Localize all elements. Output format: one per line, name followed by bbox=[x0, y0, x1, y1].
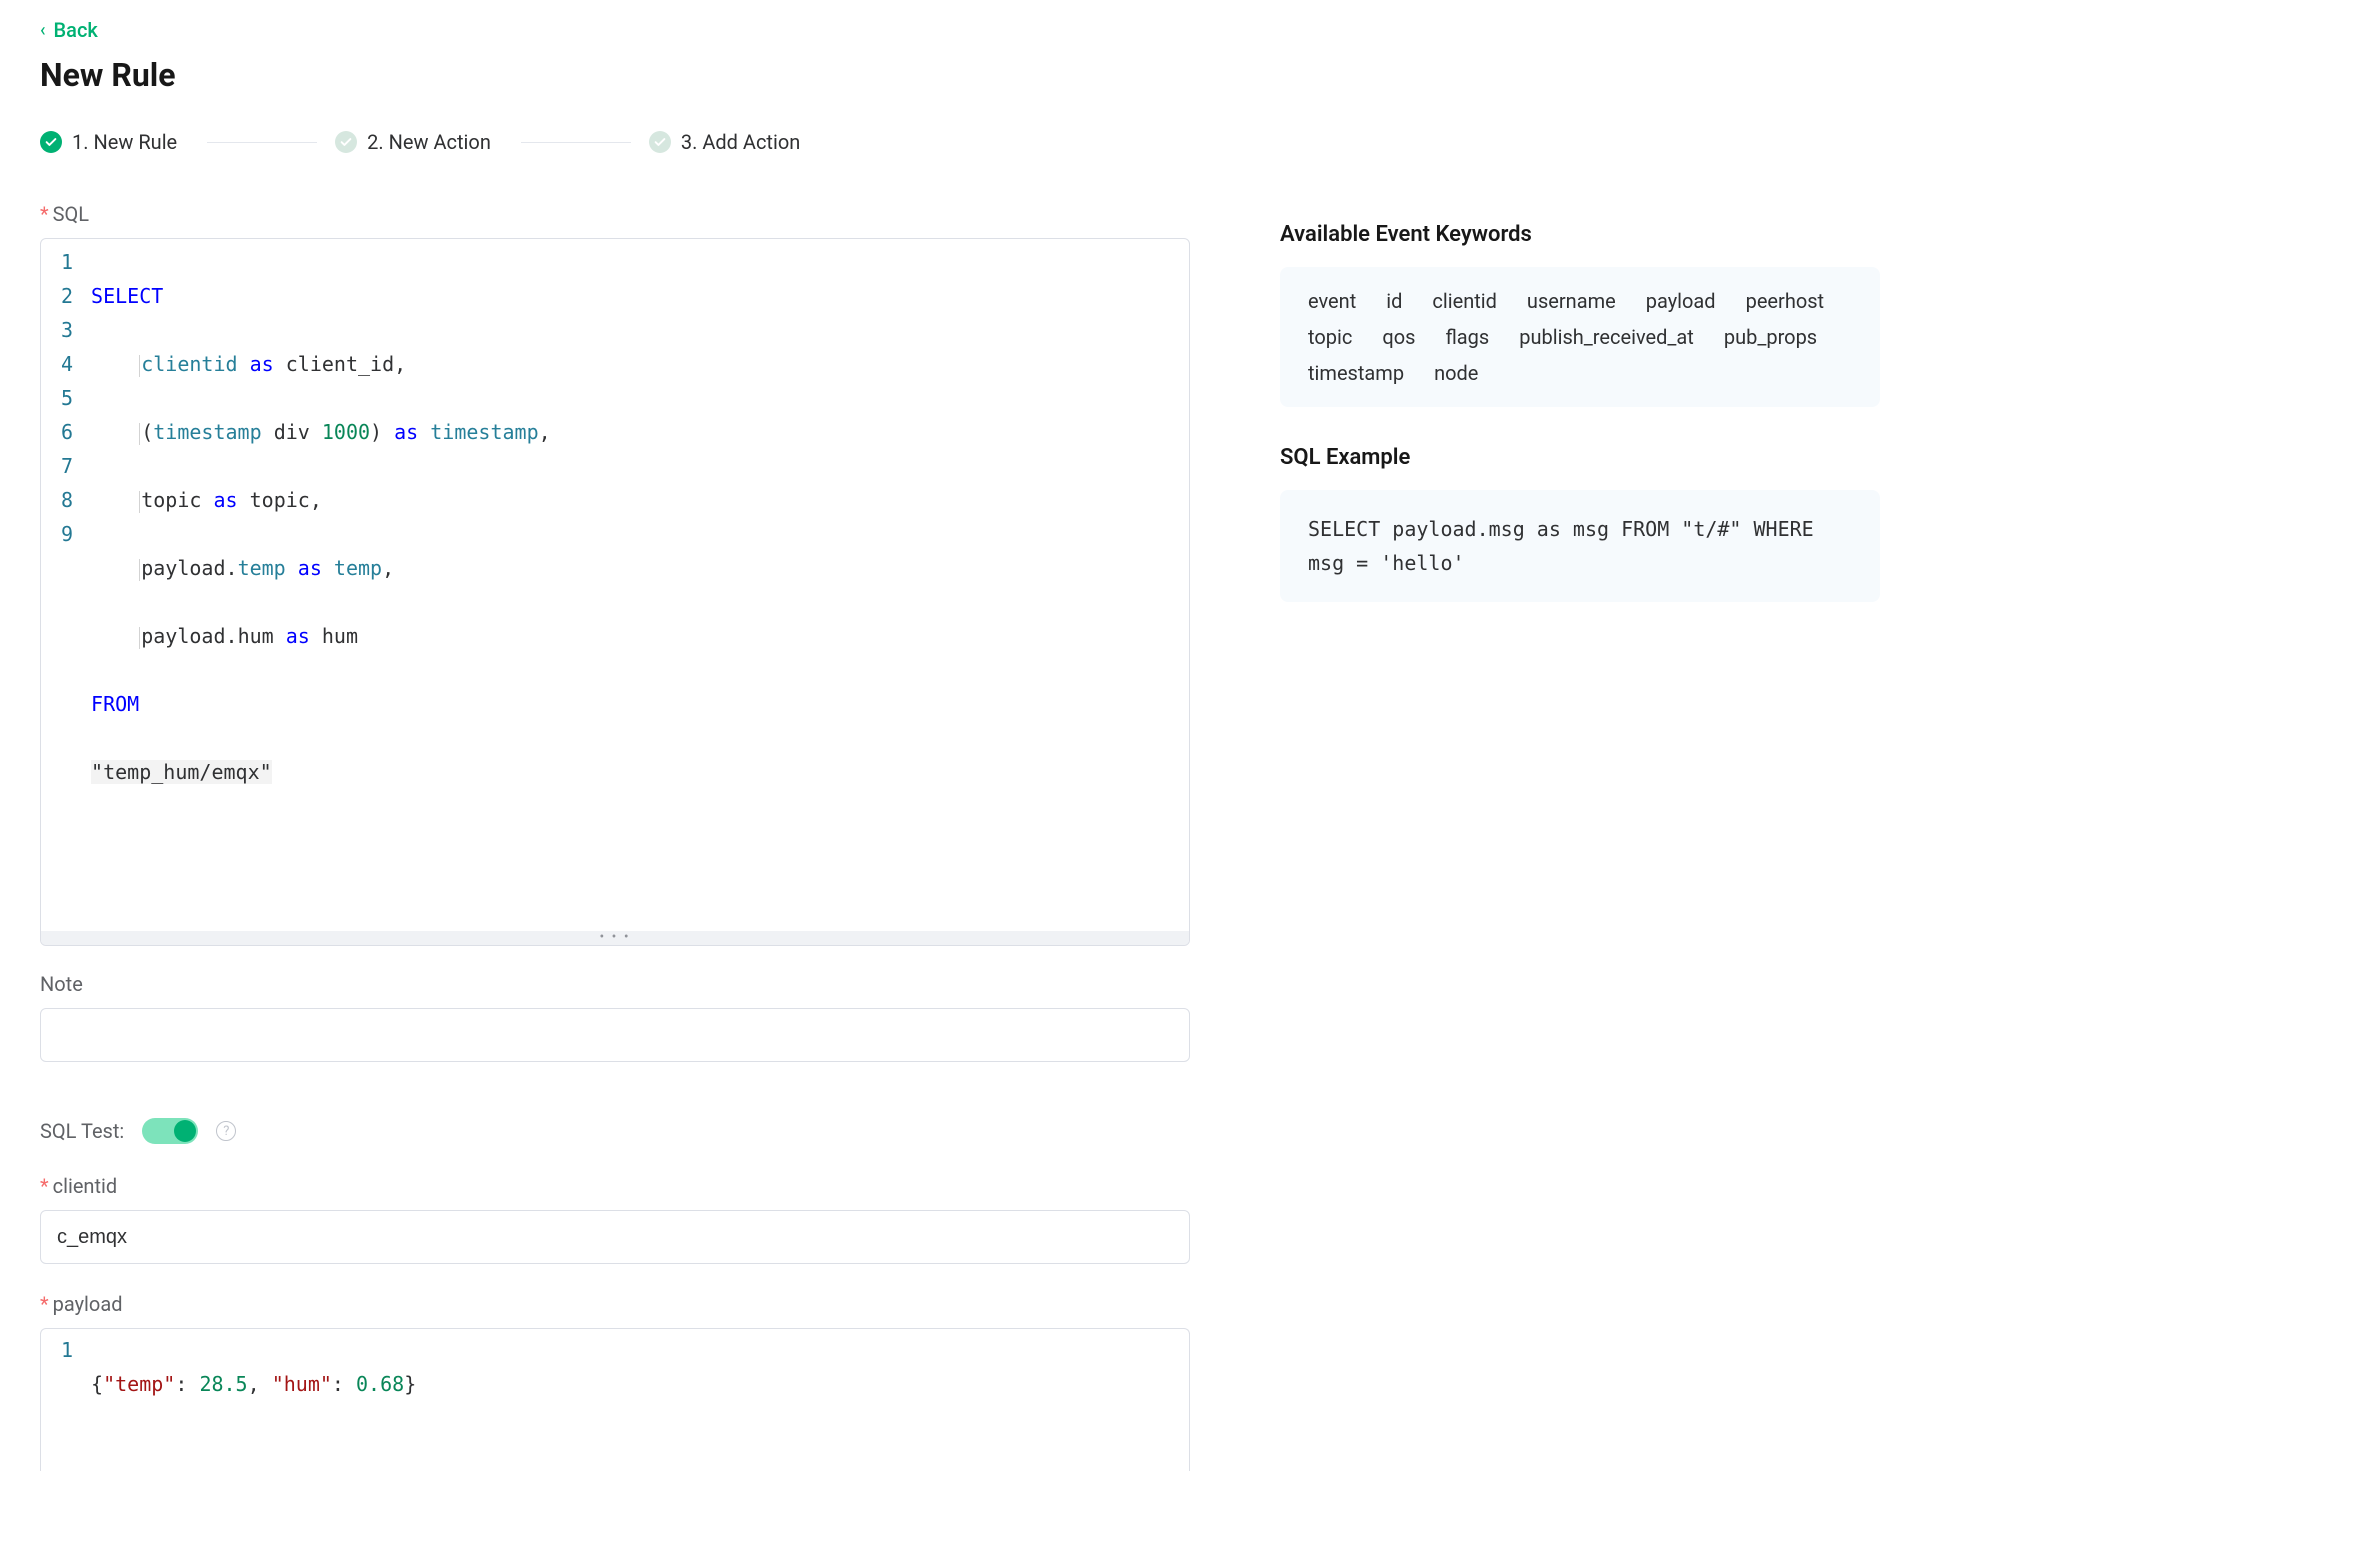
payload-editor[interactable]: 1 {"temp": 28.5, "hum": 0.68} bbox=[40, 1328, 1190, 1471]
sql-editor[interactable]: 123456789 SELECT clientid as client_id, … bbox=[40, 238, 1190, 946]
keyword-item: id bbox=[1386, 289, 1402, 313]
sql-label: *SQL bbox=[40, 202, 1190, 226]
keyword-item: event bbox=[1308, 289, 1356, 313]
step-label: 3. Add Action bbox=[681, 130, 800, 154]
back-label: Back bbox=[54, 18, 98, 42]
note-input[interactable] bbox=[40, 1008, 1190, 1062]
keyword-item: clientid bbox=[1432, 289, 1497, 313]
code-content[interactable]: SELECT clientid as client_id, (timestamp… bbox=[91, 239, 561, 931]
clientid-label: *clientid bbox=[40, 1174, 1190, 1198]
keyword-item: flags bbox=[1445, 325, 1489, 349]
keyword-item: qos bbox=[1382, 325, 1415, 349]
keywords-heading: Available Event Keywords bbox=[1280, 222, 1880, 247]
code-content[interactable]: {"temp": 28.5, "hum": 0.68} bbox=[91, 1329, 426, 1471]
chevron-left-icon: ‹ bbox=[40, 20, 46, 41]
step-new-action[interactable]: 2. New Action bbox=[335, 130, 491, 154]
keyword-item: peerhost bbox=[1746, 289, 1825, 313]
keywords-panel: event id clientid username payload peerh… bbox=[1280, 267, 1880, 407]
help-icon[interactable]: ? bbox=[216, 1121, 236, 1141]
keyword-item: payload bbox=[1646, 289, 1716, 313]
resize-handle[interactable]: • • • bbox=[41, 931, 1189, 945]
step-label: 1. New Rule bbox=[72, 130, 177, 154]
note-label: Note bbox=[40, 972, 1190, 996]
step-divider bbox=[521, 142, 631, 143]
stepper: 1. New Rule 2. New Action 3. Add Action bbox=[40, 130, 2316, 154]
clientid-input[interactable] bbox=[40, 1210, 1190, 1264]
sql-test-toggle[interactable] bbox=[142, 1118, 198, 1144]
line-gutter: 123456789 bbox=[41, 239, 91, 931]
step-label: 2. New Action bbox=[367, 130, 491, 154]
sql-test-label: SQL Test: bbox=[40, 1119, 124, 1143]
check-circle-icon bbox=[40, 131, 62, 153]
check-circle-icon bbox=[335, 131, 357, 153]
keyword-item: publish_received_at bbox=[1519, 325, 1694, 349]
page-title: New Rule bbox=[40, 56, 2316, 94]
example-heading: SQL Example bbox=[1280, 445, 1880, 470]
sql-example: SELECT payload.msg as msg FROM "t/#" WHE… bbox=[1280, 490, 1880, 602]
step-add-action[interactable]: 3. Add Action bbox=[649, 130, 800, 154]
keyword-item: username bbox=[1527, 289, 1616, 313]
payload-label: *payload bbox=[40, 1292, 1190, 1316]
keyword-item: topic bbox=[1308, 325, 1352, 349]
keyword-item: node bbox=[1434, 361, 1478, 385]
step-divider bbox=[207, 142, 317, 143]
keyword-item: timestamp bbox=[1308, 361, 1404, 385]
back-link[interactable]: ‹ Back bbox=[40, 18, 98, 42]
line-gutter: 1 bbox=[41, 1329, 91, 1471]
step-new-rule[interactable]: 1. New Rule bbox=[40, 130, 177, 154]
check-circle-icon bbox=[649, 131, 671, 153]
keyword-item: pub_props bbox=[1724, 325, 1817, 349]
